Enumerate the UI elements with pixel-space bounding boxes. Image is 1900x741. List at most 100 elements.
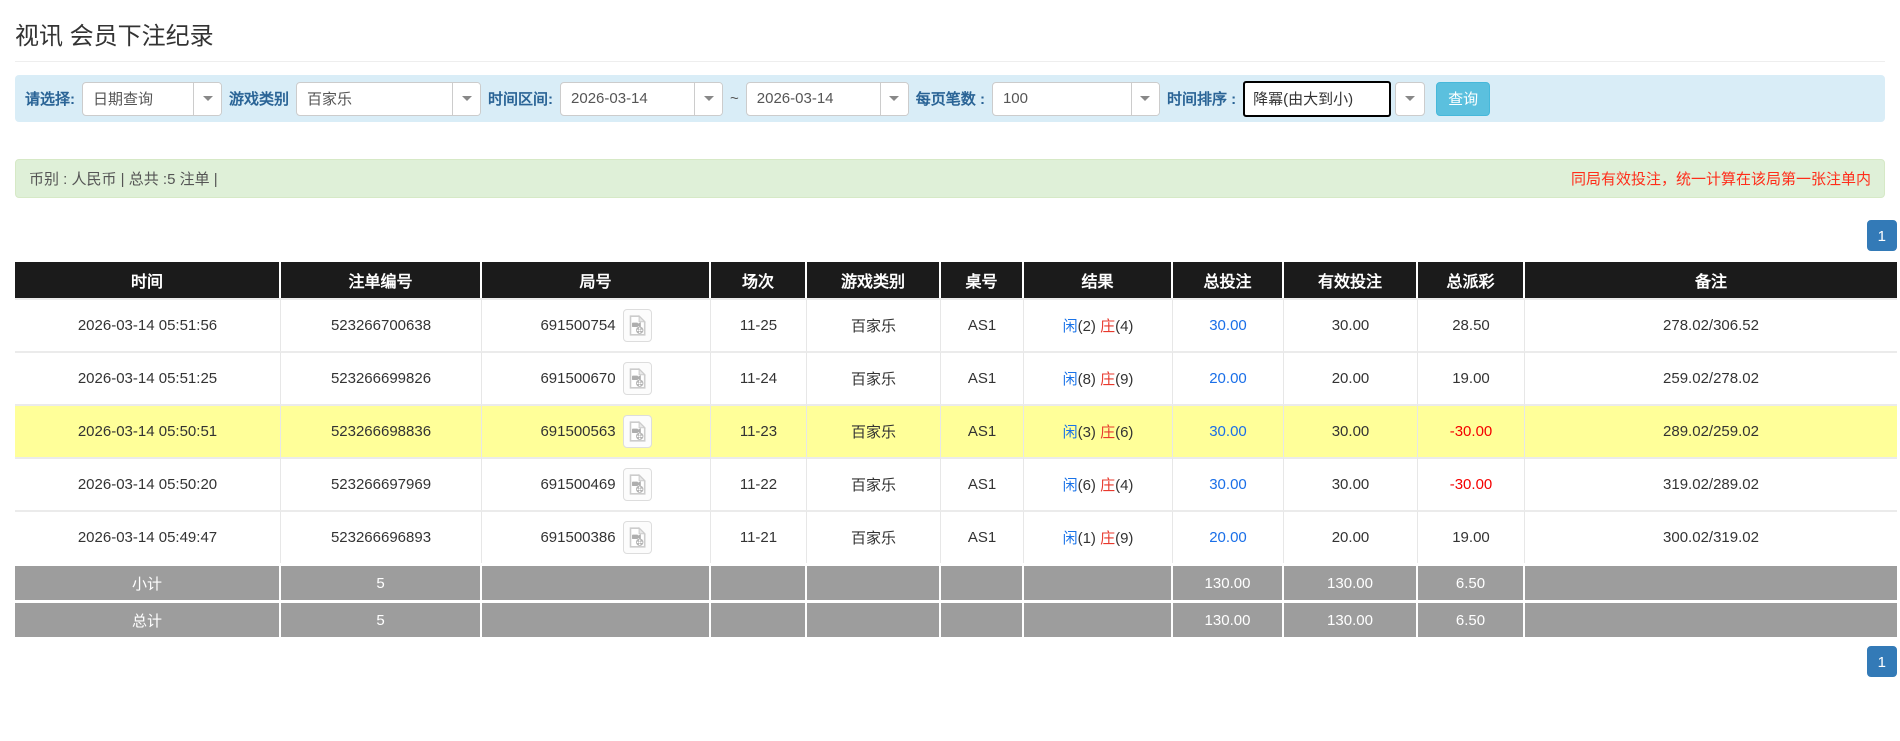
cell-time: 2026-03-14 05:49:47 [15,510,281,563]
game-category-chevron-down-icon[interactable] [452,82,481,115]
subtotal-payout: 6.50 [1418,563,1525,600]
cell-remark: 300.02/319.02 [1525,510,1897,563]
cell-result: 闲(3) 庄(6) [1024,404,1173,457]
cell-result: 闲(1) 庄(9) [1024,510,1173,563]
query-type-value: 日期查询 [93,91,154,108]
cell-remark: 278.02/306.52 [1525,298,1897,351]
cell-game: 百家乐 [807,510,941,563]
total-bet-link[interactable]: 30.00 [1209,423,1247,440]
result-player-value: (6) [1077,477,1101,494]
table-row: 2026-03-14 05:51:25 523266699826 691500670… [15,351,1897,404]
result-banker-value: (9) [1115,530,1134,547]
query-type-select[interactable]: 日期查询 [82,81,222,116]
video-replay-button[interactable] [622,362,652,395]
date-to-value: 2026-03-14 [756,90,834,107]
round-number-with-replay: 691500386 [540,521,652,554]
total-label: 总计 [15,600,281,637]
cell-table: AS1 [941,298,1024,351]
total-bet-link[interactable]: 30.00 [1209,476,1247,493]
cell-total-bet[interactable]: 20.00 [1173,351,1284,404]
result-banker-label: 庄 [1100,477,1116,494]
game-category-select[interactable]: 百家乐 [296,81,482,116]
cell-payout: -30.00 [1418,457,1525,510]
result-player-label: 闲 [1062,371,1078,388]
video-file-icon [629,474,646,495]
game-category-value: 百家乐 [307,91,353,108]
subtotal-valid-bet: 130.00 [1284,563,1418,600]
per-page-chevron-down-icon[interactable] [1130,82,1159,115]
cell-game: 百家乐 [807,457,941,510]
search-button[interactable]: 查询 [1436,81,1491,116]
cell-game: 百家乐 [807,351,941,404]
cell-total-bet[interactable]: 30.00 [1173,298,1284,351]
cell-session: 11-25 [711,298,807,351]
total-bet-link[interactable]: 20.00 [1209,370,1247,387]
cell-time: 2026-03-14 05:50:51 [15,404,281,457]
round-number-with-replay: 691500754 [540,309,652,342]
pagination-page-1[interactable]: 1 [1866,220,1897,251]
total-bet-link[interactable]: 20.00 [1209,529,1247,546]
date-from-value: 2026-03-14 [571,90,648,107]
round-number-with-replay: 691500563 [540,415,652,448]
cell-total-bet[interactable]: 20.00 [1173,510,1284,563]
query-type-chevron-down-icon[interactable] [193,82,221,115]
cell-session: 11-23 [711,404,807,457]
round-number-with-replay: 691500670 [540,362,652,395]
sort-order-input[interactable]: 降冪(由大到小) [1243,80,1392,117]
cell-valid-bet: 30.00 [1284,457,1418,510]
subtotal-label: 小计 [15,563,281,600]
date-from-chevron-down-icon[interactable] [694,82,723,115]
video-replay-button[interactable] [622,468,652,501]
total-bet-link[interactable]: 30.00 [1209,317,1247,334]
game-category-label: 游戏类别 [229,91,290,108]
cell-table: AS1 [941,510,1024,563]
cell-payout: 19.00 [1418,510,1525,563]
sort-order-chevron-down-icon[interactable] [1395,81,1426,116]
round-number: 691500563 [540,423,616,440]
header-round: 局号 [482,262,711,298]
per-page-select[interactable]: 100 [991,81,1160,116]
cell-valid-bet: 20.00 [1284,510,1418,563]
date-from-select[interactable]: 2026-03-14 [560,81,724,116]
cell-total-bet[interactable]: 30.00 [1173,404,1284,457]
video-replay-button[interactable] [622,521,652,554]
cell-bet-id: 523266696893 [281,510,482,563]
currency-total-text: 币别 : 人民币 | 总共 :5 注单 | [29,171,218,188]
cell-total-bet[interactable]: 30.00 [1173,457,1284,510]
table-row: 2026-03-14 05:50:20 523266697969 691500469… [15,457,1897,510]
result-banker-value: (4) [1115,477,1134,494]
result-banker-label: 庄 [1100,530,1116,547]
cell-session: 11-24 [711,351,807,404]
video-file-icon [629,421,646,442]
cell-table: AS1 [941,404,1024,457]
cell-remark: 319.02/289.02 [1525,457,1897,510]
table-row: 2026-03-14 05:50:51 523266698836 691500563… [15,404,1897,457]
video-file-icon [629,315,646,336]
video-file-icon [629,368,646,389]
result-banker-label: 庄 [1100,371,1116,388]
pagination-page-1[interactable]: 1 [1866,646,1897,677]
cell-valid-bet: 20.00 [1284,351,1418,404]
cell-payout: -30.00 [1418,404,1525,457]
cell-result: 闲(2) 庄(4) [1024,298,1173,351]
date-to-chevron-down-icon[interactable] [879,82,908,115]
video-replay-button[interactable] [622,415,652,448]
subtotal-count: 5 [281,563,482,600]
date-to-select[interactable]: 2026-03-14 [745,81,909,116]
result-player-label: 闲 [1062,530,1078,547]
betting-records-page: 视讯 会员下注纪录 请选择: 日期查询 游戏类别 百家乐 时间区间: 2026-… [0,16,1900,741]
filter-bar: 请选择: 日期查询 游戏类别 百家乐 时间区间: 2026-03-14 ~ 20… [15,75,1885,122]
video-replay-button[interactable] [622,309,652,342]
table-row: 2026-03-14 05:51:56 523266700638 691500754… [15,298,1897,351]
header-result: 结果 [1024,262,1173,298]
round-number-with-replay: 691500469 [540,468,652,501]
total-total-bet: 130.00 [1173,600,1284,637]
cell-round: 691500469 [482,457,711,510]
video-file-icon [629,527,646,548]
header-total-bet: 总投注 [1173,262,1284,298]
result-player-value: (8) [1077,371,1101,388]
per-page-value: 100 [1002,90,1028,107]
result-banker-value: (4) [1115,318,1134,335]
header-remark: 备注 [1525,262,1897,298]
cell-bet-id: 523266699826 [281,351,482,404]
